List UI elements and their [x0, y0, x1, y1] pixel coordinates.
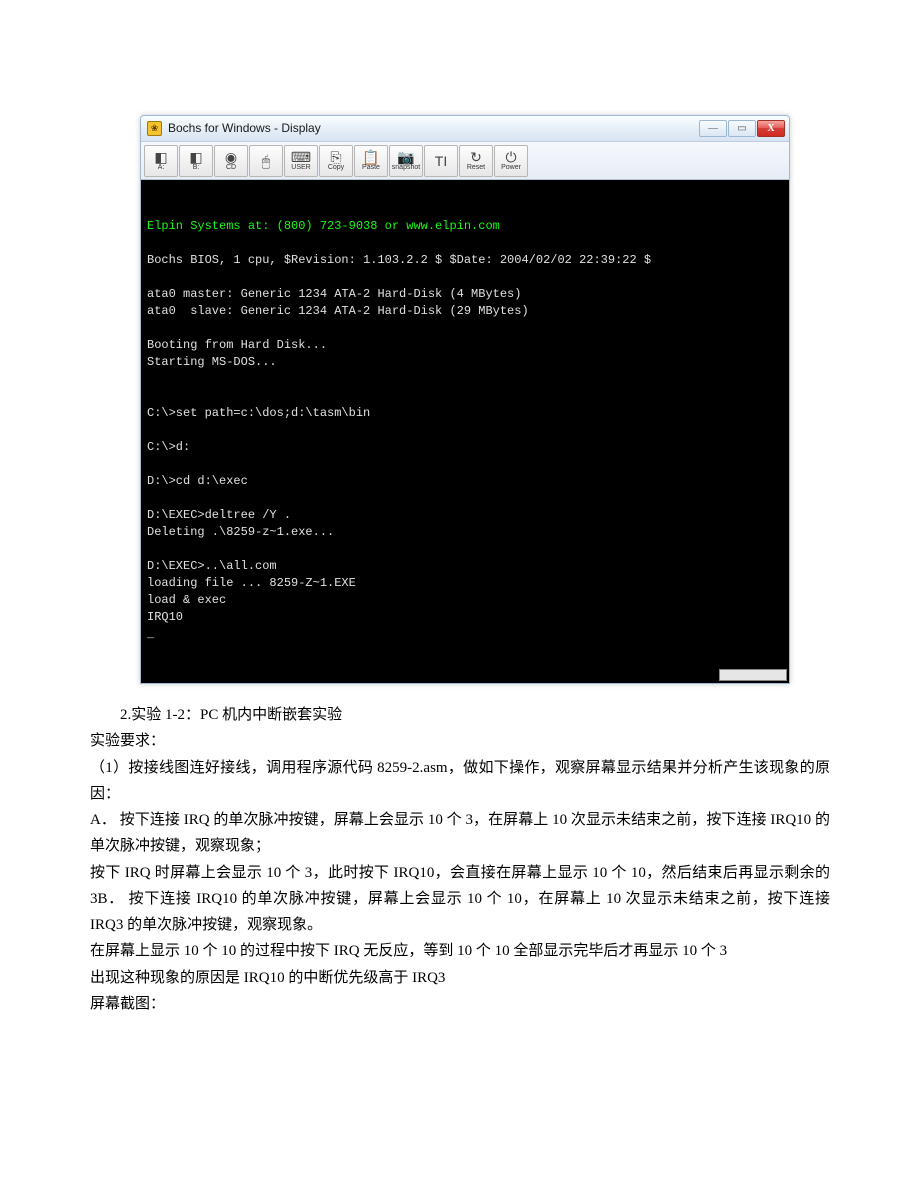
console-line: [147, 456, 783, 473]
bochs-screenshot: ❀ Bochs for Windows - Display — ▭ X ◧A:◧…: [140, 115, 830, 684]
console-line: load & exec: [147, 592, 783, 609]
console-line: [147, 422, 783, 439]
floppy-a-icon: ◧: [154, 150, 167, 164]
console-line: D:\EXEC>deltree /Y .: [147, 507, 783, 524]
paragraph: 屏幕截图：: [90, 991, 830, 1017]
console-output: Elpin Systems at: (800) 723-9038 or www.…: [141, 180, 789, 683]
paragraph: 按下 IRQ 时屏幕上会显示 10 个 3，此时按下 IRQ10，会直接在屏幕上…: [90, 860, 830, 939]
minimize-button[interactable]: —: [699, 120, 727, 137]
console-line: Starting MS-DOS...: [147, 354, 783, 371]
console-line: Bochs BIOS, 1 cpu, $Revision: 1.103.2.2 …: [147, 252, 783, 269]
console-line: [147, 388, 783, 405]
console-line: ata0 master: Generic 1234 ATA-2 Hard-Dis…: [147, 286, 783, 303]
app-icon: ❀: [147, 121, 162, 136]
console-line: IRQ10: [147, 609, 783, 626]
console-line: D:\EXEC>..\all.com: [147, 558, 783, 575]
user-icon: ⌨: [291, 150, 311, 164]
paste-button[interactable]: 📋Paste: [354, 145, 388, 177]
mouse-button[interactable]: 🖱: [249, 145, 283, 177]
window-titlebar: ❀ Bochs for Windows - Display — ▭ X: [141, 116, 789, 142]
snapshot-button[interactable]: 📷snapshot: [389, 145, 423, 177]
floppy-b-icon: ◧: [189, 150, 202, 164]
reset-icon: ↻: [470, 150, 482, 164]
console-line: Booting from Hard Disk...: [147, 337, 783, 354]
maximize-button[interactable]: ▭: [728, 120, 756, 137]
config-icon: TI: [435, 154, 447, 168]
console-line: [147, 490, 783, 507]
console-line: Elpin Systems at: (800) 723-9038 or www.…: [147, 218, 783, 235]
cdrom-button[interactable]: ◉CD: [214, 145, 248, 177]
console-line: D:\>cd d:\exec: [147, 473, 783, 490]
console-line: loading file ... 8259-Z~1.EXE: [147, 575, 783, 592]
console-line: Deleting .\8259-z~1.exe...: [147, 524, 783, 541]
floppy-a-button[interactable]: ◧A:: [144, 145, 178, 177]
toolbar-label: CD: [226, 164, 236, 172]
toolbar-label: snapshot: [392, 164, 420, 172]
toolbar-label: Paste: [362, 164, 380, 172]
toolbar-label: USER: [291, 164, 310, 172]
console-line: C:\>set path=c:\dos;d:\tasm\bin: [147, 405, 783, 422]
console-line: [147, 269, 783, 286]
toolbar-label: B:: [193, 164, 200, 172]
paragraph: 出现这种现象的原因是 IRQ10 的中断优先级高于 IRQ3: [90, 965, 830, 991]
close-button[interactable]: X: [757, 120, 785, 137]
console-line: ata0 slave: Generic 1234 ATA-2 Hard-Disk…: [147, 303, 783, 320]
reset-button[interactable]: ↻Reset: [459, 145, 493, 177]
console-line: [147, 541, 783, 558]
copy-button[interactable]: ⎘Copy: [319, 145, 353, 177]
console-line: _: [147, 626, 783, 643]
toolbar-label: Copy: [328, 164, 344, 172]
mouse-icon: 🖱: [262, 154, 270, 168]
cdrom-icon: ◉: [225, 150, 237, 164]
console-line: [147, 320, 783, 337]
horizontal-scrollbar[interactable]: [719, 669, 787, 681]
bochs-toolbar: ◧A:◧B:◉CD🖱⌨USER⎘Copy📋Paste📷snapshotTI↻Re…: [141, 142, 789, 180]
paragraph: A． 按下连接 IRQ 的单次脉冲按键，屏幕上会显示 10 个 3，在屏幕上 1…: [90, 807, 830, 860]
power-button[interactable]: ⏻Power: [494, 145, 528, 177]
power-icon: ⏻: [505, 150, 516, 164]
paragraph: （1）按接线图连好接线，调用程序源代码 8259-2.asm，做如下操作，观察屏…: [90, 755, 830, 808]
console-line: [147, 371, 783, 388]
paragraph: 2.实验 1-2：PC 机内中断嵌套实验: [90, 702, 830, 728]
paragraph: 在屏幕上显示 10 个 10 的过程中按下 IRQ 无反应，等到 10 个 10…: [90, 938, 830, 964]
document-body: 2.实验 1-2：PC 机内中断嵌套实验 实验要求： （1）按接线图连好接线，调…: [90, 702, 830, 1017]
snapshot-icon: 📷: [397, 150, 414, 164]
paragraph: 实验要求：: [90, 728, 830, 754]
console-line: [147, 235, 783, 252]
toolbar-label: Reset: [467, 164, 485, 172]
floppy-b-button[interactable]: ◧B:: [179, 145, 213, 177]
copy-icon: ⎘: [330, 150, 341, 164]
console-line: C:\>d:: [147, 439, 783, 456]
paste-icon: 📋: [362, 150, 379, 164]
config-button[interactable]: TI: [424, 145, 458, 177]
user-button[interactable]: ⌨USER: [284, 145, 318, 177]
toolbar-label: Power: [501, 164, 521, 172]
bochs-window: ❀ Bochs for Windows - Display — ▭ X ◧A:◧…: [140, 115, 790, 684]
toolbar-label: A:: [158, 164, 165, 172]
window-title: Bochs for Windows - Display: [168, 118, 698, 139]
window-buttons: — ▭ X: [698, 120, 785, 137]
